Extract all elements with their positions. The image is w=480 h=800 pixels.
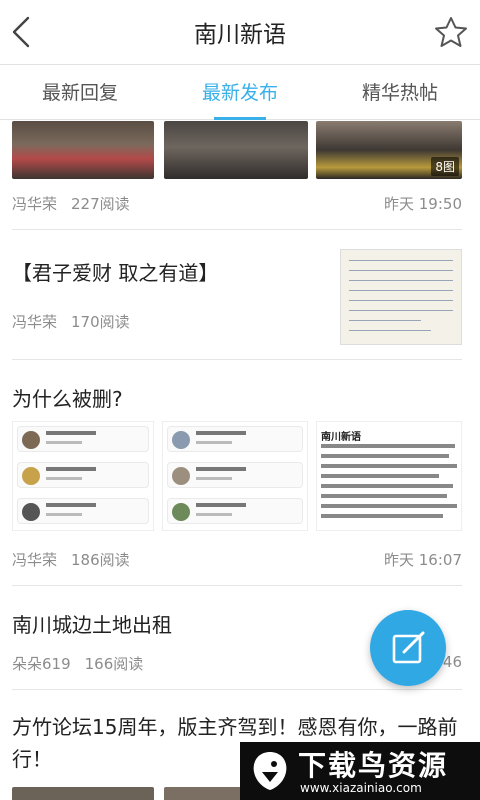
image-count-badge: 8图	[431, 157, 459, 176]
post-time: 46	[442, 653, 462, 671]
compose-icon	[392, 631, 425, 664]
post-photo	[164, 121, 308, 179]
post-author: 朵朵619	[12, 655, 71, 673]
post-time: 昨天 19:50	[384, 195, 462, 213]
post-meta-row: 冯华荣 186阅读 昨天 16:07	[12, 549, 462, 573]
watermark-banner: 下载鸟资源 www.xiazainiao.com	[240, 742, 480, 800]
watermark-url: www.xiazainiao.com	[300, 781, 422, 795]
watermark-text: 下载鸟资源	[298, 749, 449, 782]
tab-latest-replies[interactable]: 最新回复	[0, 65, 160, 119]
post-title: 南川城边土地出租	[12, 613, 172, 637]
post-reads: 227阅读	[71, 195, 130, 213]
post-photo	[12, 121, 154, 179]
post-feed[interactable]: 8图 冯华荣 227阅读 昨天 19:50 【君子爱财 取之有道】 冯华荣 170阅…	[0, 121, 480, 800]
post-photo	[12, 787, 154, 800]
post-card[interactable]: 8图 冯华荣 227阅读 昨天 19:50	[12, 121, 462, 221]
bird-logo-icon	[253, 752, 287, 790]
post-thumbnail	[340, 249, 462, 345]
post-title: 为什么被删?	[12, 387, 123, 411]
post-reads: 166阅读	[84, 655, 144, 673]
post-meta: 冯华荣 186阅读	[12, 549, 130, 570]
compose-button[interactable]	[370, 610, 446, 686]
post-meta: 冯华荣 170阅读	[12, 311, 130, 332]
star-outline-icon[interactable]	[430, 12, 472, 52]
post-card[interactable]: 【君子爱财 取之有道】 冯华荣 170阅读	[12, 229, 462, 359]
post-author: 冯华荣	[12, 313, 58, 331]
page-title: 南川新语	[194, 22, 286, 48]
post-reads: 186阅读	[71, 551, 130, 569]
post-screenshot	[162, 421, 308, 531]
post-reads: 170阅读	[71, 313, 130, 331]
post-title: 【君子爱财 取之有道】	[12, 261, 219, 285]
screenshot-heading: 南川新语	[321, 432, 361, 443]
post-screenshot	[12, 421, 154, 531]
post-author: 冯华荣	[12, 551, 58, 569]
post-author: 冯华荣	[12, 195, 58, 213]
post-meta: 朵朵619 166阅读	[12, 653, 143, 674]
post-photo: 8图	[316, 121, 462, 179]
post-meta: 冯华荣 227阅读	[12, 193, 130, 214]
post-time: 昨天 16:07	[384, 551, 462, 569]
top-bar: 南川新语	[0, 0, 480, 64]
post-screenshot: 南川新语	[316, 421, 462, 531]
tab-bar: 最新回复 最新发布 精华热帖	[0, 64, 480, 120]
tab-latest-posts[interactable]: 最新发布	[160, 65, 320, 120]
tab-featured-hot[interactable]: 精华热帖	[320, 65, 480, 119]
